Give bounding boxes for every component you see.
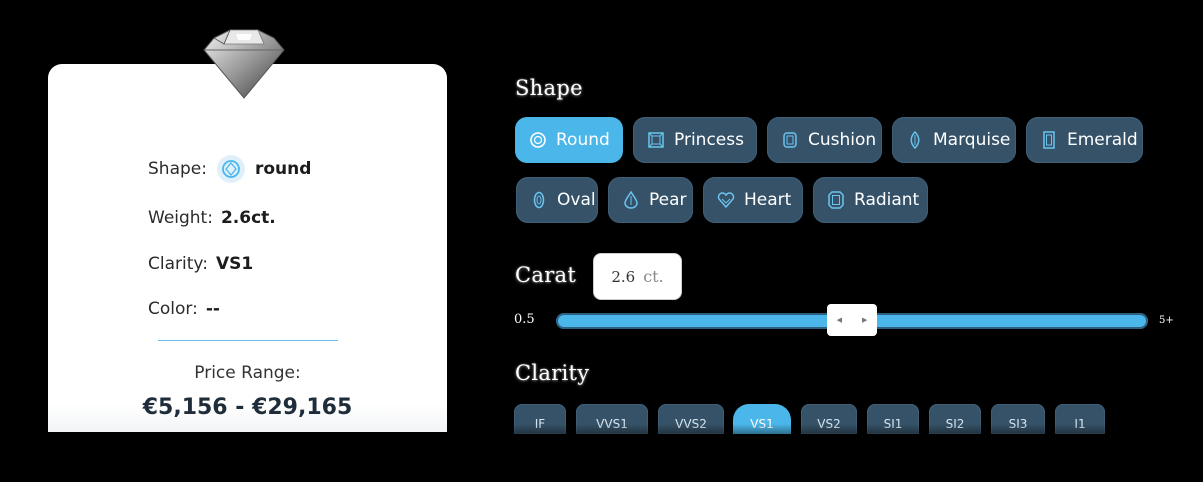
- emerald-icon: [1040, 131, 1058, 149]
- weight-label: Weight:: [148, 208, 213, 228]
- round-icon: [529, 131, 547, 149]
- shape-label: Shape:: [148, 159, 207, 179]
- shape-option-label: Marquise: [933, 130, 1011, 150]
- carat-value: 2.6: [611, 267, 636, 286]
- summary-shape-row: Shape: round: [148, 155, 311, 183]
- chevron-right-icon: ▶: [862, 316, 868, 324]
- shape-option-label: Pear: [649, 190, 687, 210]
- shape-heading: Shape: [515, 76, 583, 100]
- radiant-icon: [827, 191, 845, 209]
- shape-option-radiant[interactable]: Radiant: [813, 177, 928, 223]
- clarity-fade-overlay: [505, 424, 1125, 438]
- shape-option-princess[interactable]: Princess: [633, 117, 757, 163]
- shape-option-emerald[interactable]: Emerald: [1026, 117, 1143, 163]
- carat-min-label: 0.5: [514, 312, 535, 327]
- shape-option-marquise[interactable]: Marquise: [892, 117, 1016, 163]
- shape-option-label: Oval: [557, 190, 596, 210]
- summary-clarity-row: Clarity: VS1: [148, 254, 253, 274]
- shape-option-label: Heart: [744, 190, 792, 210]
- shape-option-label: Round: [556, 130, 610, 150]
- pear-icon: [622, 191, 640, 209]
- shape-option-label: Princess: [674, 130, 744, 150]
- color-label: Color:: [148, 299, 198, 319]
- price-range-label: Price Range:: [194, 363, 301, 383]
- carat-slider-handle[interactable]: ◀ ▶: [827, 304, 877, 336]
- shape-option-heart[interactable]: Heart: [703, 177, 803, 223]
- carat-max-label: 5+: [1159, 315, 1174, 326]
- heart-icon: [717, 191, 735, 209]
- clarity-value: VS1: [215, 254, 254, 274]
- clarity-heading: Clarity: [515, 361, 590, 385]
- shape-option-round[interactable]: Round: [515, 117, 623, 163]
- shape-option-label: Radiant: [854, 190, 920, 210]
- cushion-icon: [781, 131, 799, 149]
- shape-option-oval[interactable]: Oval: [516, 177, 598, 223]
- oval-icon: [530, 191, 548, 209]
- shape-value: round: [254, 159, 312, 179]
- shape-option-label: Emerald: [1067, 130, 1138, 150]
- price-range-value: €5,156 - €29,165: [142, 395, 353, 420]
- chevron-left-icon: ◀: [836, 316, 842, 324]
- clarity-label: Clarity:: [148, 254, 208, 274]
- shape-option-pear[interactable]: Pear: [608, 177, 693, 223]
- marquise-icon: [906, 131, 924, 149]
- princess-icon: [647, 131, 665, 149]
- carat-unit: ct.: [643, 267, 664, 286]
- shape-option-label: Cushion: [808, 130, 877, 150]
- summary-color-row: Color: --: [148, 299, 220, 319]
- shape-option-cushion[interactable]: Cushion: [767, 117, 882, 163]
- summary-divider: [158, 340, 338, 341]
- carat-input[interactable]: 2.6 ct.: [593, 253, 682, 300]
- carat-heading: Carat: [515, 263, 577, 287]
- summary-weight-row: Weight: 2.6ct.: [148, 208, 276, 228]
- round-icon: [216, 155, 245, 183]
- diamond-image: [203, 29, 285, 99]
- weight-value: 2.6ct.: [220, 208, 276, 228]
- color-value: --: [205, 299, 220, 319]
